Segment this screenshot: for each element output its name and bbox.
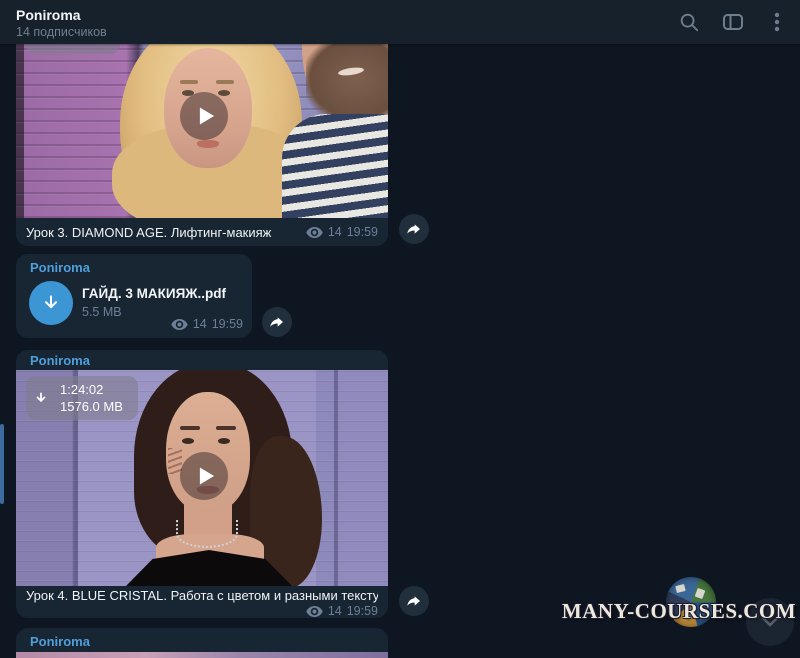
video-thumbnail[interactable]: 1:24:02 1576.0 MB (16, 370, 388, 586)
scroll-to-bottom-button[interactable] (746, 598, 794, 646)
views-count: 14 (328, 604, 342, 618)
video-caption-row: Урок 3. DIAMOND AGE. Лифтинг-макияж 14 1… (16, 218, 388, 246)
message-time: 19:59 (347, 225, 378, 239)
scroll-indicator[interactable] (0, 424, 4, 504)
message-time: 19:59 (212, 317, 243, 331)
forward-arrow-icon (406, 593, 422, 609)
message-meta: 14 19:59 (171, 317, 243, 331)
brow (216, 80, 234, 84)
message-time: 19:59 (347, 604, 378, 618)
message-meta: 14 19:59 (26, 604, 378, 618)
necklace (176, 520, 238, 548)
message-video-lesson-4: Poniroma 1:24:02 1576.0 MB (16, 350, 388, 618)
chat-header[interactable]: Poniroma 14 подписчиков (0, 0, 800, 44)
download-arrow-icon (41, 293, 61, 313)
play-icon (198, 466, 215, 486)
download-arrow-icon (26, 391, 56, 405)
views-eye-icon (306, 606, 323, 617)
video-download-badge[interactable]: 1:24:02 1576.0 MB (26, 376, 138, 420)
man-striped-shirt (282, 114, 388, 218)
sender-name[interactable]: Poniroma (30, 353, 90, 368)
file-name[interactable]: ГАЙД. 3 МАКИЯЖ..pdf (82, 286, 226, 301)
forward-arrow-icon (406, 221, 422, 237)
search-icon[interactable] (674, 7, 704, 37)
chevron-down-icon (761, 616, 779, 628)
eye (218, 90, 230, 96)
chat-subscribers: 14 подписчиков (16, 25, 107, 39)
views-count: 14 (193, 317, 207, 331)
menu-kebab-icon[interactable] (762, 7, 792, 37)
brow (216, 426, 236, 430)
video-caption: Урок 3. DIAMOND AGE. Лифтинг-макияж (26, 225, 298, 240)
man-beard (306, 44, 388, 122)
views-count: 14 (328, 225, 342, 239)
header-actions (674, 0, 792, 44)
lips (197, 140, 219, 148)
sender-name[interactable]: Poniroma (30, 634, 90, 649)
file-size: 5.5 MB (82, 305, 122, 319)
video-caption: Урок 4. BLUE CRISTAL. Работа с цветом и … (26, 588, 378, 603)
forward-arrow-icon (269, 314, 285, 330)
many-courses-logo-icon (666, 577, 716, 627)
play-button[interactable] (180, 452, 228, 500)
eye (182, 438, 194, 444)
message-partial-next: Poniroma (16, 628, 388, 658)
video-caption-row: Урок 4. BLUE CRISTAL. Работа с цветом и … (16, 586, 388, 618)
eye (218, 438, 230, 444)
file-download-button[interactable] (29, 281, 73, 325)
message-pdf-guide: Poniroma ГАЙД. 3 МАКИЯЖ..pdf 5.5 MB 14 1… (16, 254, 252, 338)
views-eye-icon (306, 227, 323, 238)
play-icon (198, 106, 215, 126)
brow (180, 426, 200, 430)
forward-button[interactable] (262, 307, 292, 337)
play-button[interactable] (180, 92, 228, 140)
message-meta: 14 19:59 (306, 225, 378, 239)
sidebar-toggle-icon[interactable] (718, 7, 748, 37)
brow (180, 80, 198, 84)
video-size: 1576.0 MB (60, 399, 123, 415)
views-eye-icon (171, 319, 188, 330)
forward-button[interactable] (399, 586, 429, 616)
chat-title: Poniroma (16, 7, 81, 23)
sender-name[interactable]: Poniroma (30, 260, 90, 275)
forward-button[interactable] (399, 214, 429, 244)
video-duration: 1:24:02 (60, 382, 123, 398)
